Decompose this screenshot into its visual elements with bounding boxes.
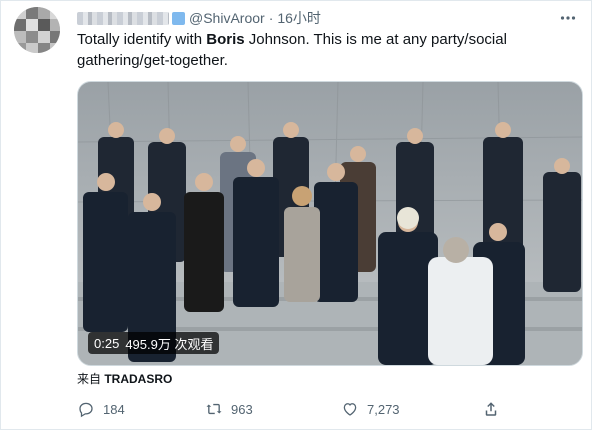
share-icon bbox=[485, 402, 497, 416]
video-duration: 0:25 bbox=[94, 335, 120, 351]
verified-badge-redacted bbox=[172, 11, 185, 25]
action-bar: 184 963 7,273 bbox=[77, 397, 577, 421]
tweet-timestamp[interactable]: 16小时 bbox=[277, 8, 321, 28]
like-button[interactable]: 7,273 bbox=[341, 397, 400, 421]
user-handle[interactable]: @ShivAroor bbox=[189, 10, 265, 26]
heart-icon bbox=[343, 403, 357, 416]
source-prefix: 来自 bbox=[77, 372, 105, 386]
display-name-redacted[interactable] bbox=[77, 11, 169, 25]
like-count: 7,273 bbox=[367, 401, 400, 417]
tweet-source: 来自 TRADASRO bbox=[77, 370, 172, 387]
reply-count: 184 bbox=[103, 401, 125, 417]
avatar[interactable] bbox=[14, 7, 60, 53]
retweet-count: 963 bbox=[231, 401, 253, 417]
more-icon[interactable] bbox=[558, 8, 578, 28]
video-player[interactable]: 0:25 495.9万 次观看 bbox=[77, 81, 583, 366]
tweet-text: Totally identify with Boris Johnson. Thi… bbox=[77, 29, 577, 71]
reply-icon bbox=[79, 402, 93, 418]
tweet-text-start: Totally identify with bbox=[77, 31, 207, 48]
video-frame bbox=[78, 82, 582, 365]
tweet-header: @ShivAroor · 16小时 bbox=[77, 9, 321, 27]
video-info-overlay: 0:25 495.9万 次观看 bbox=[88, 332, 220, 354]
retweet-button[interactable]: 963 bbox=[205, 397, 253, 421]
source-name[interactable]: TRADASRO bbox=[104, 372, 172, 386]
share-button[interactable] bbox=[482, 397, 500, 421]
retweet-icon bbox=[206, 403, 222, 415]
video-views: 495.9万 次观看 bbox=[125, 336, 214, 352]
separator: · bbox=[268, 10, 274, 26]
tweet-text-bold: Boris bbox=[206, 31, 245, 48]
reply-button[interactable]: 184 bbox=[77, 397, 125, 421]
